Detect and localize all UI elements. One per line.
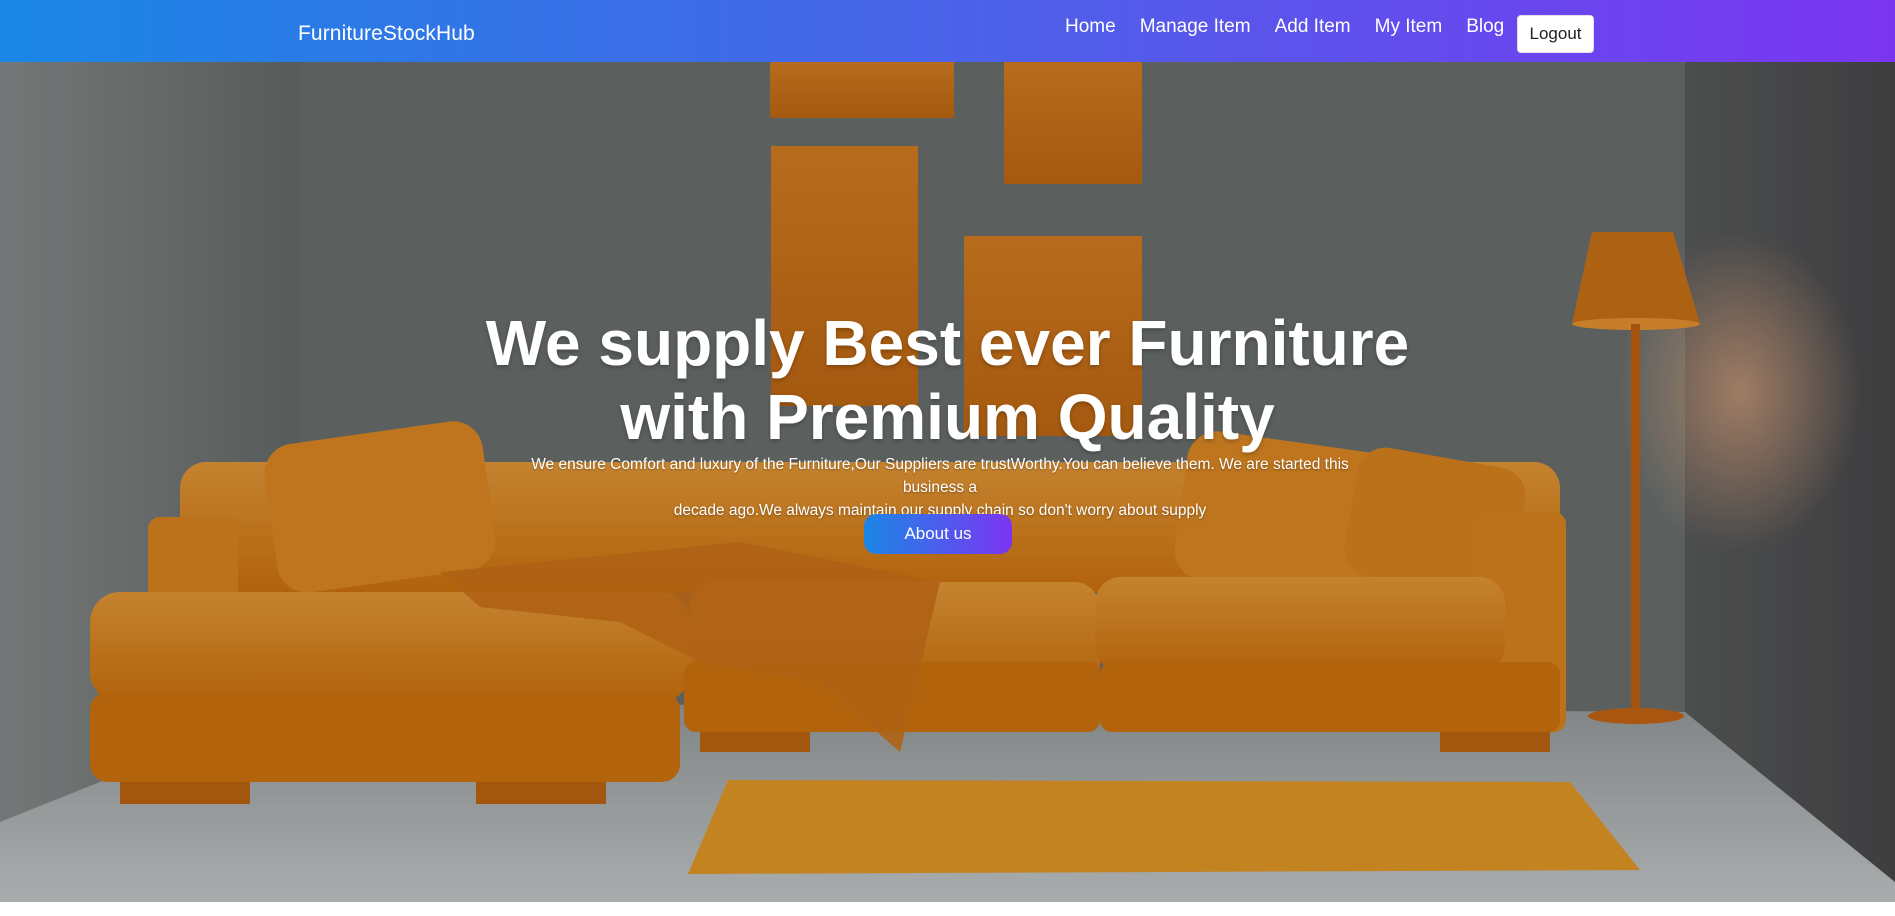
nav-link-my-item[interactable]: My Item <box>1375 16 1443 38</box>
brand-logo[interactable]: FurnitureStockHub <box>298 22 475 46</box>
nav-links: Home Manage Item Add Item My Item Blog <box>1065 16 1528 38</box>
nav-link-manage-item[interactable]: Manage Item <box>1140 16 1251 38</box>
hero-title-line-2: with Premium Quality <box>620 381 1275 453</box>
hero-title-line-1: We supply Best ever Furniture <box>485 307 1410 379</box>
nav-link-add-item[interactable]: Add Item <box>1275 16 1351 38</box>
nav-link-blog[interactable]: Blog <box>1466 16 1504 38</box>
top-navbar: FurnitureStockHub Home Manage Item Add I… <box>0 0 1895 62</box>
about-us-button[interactable]: About us <box>864 514 1012 554</box>
nav-link-home[interactable]: Home <box>1065 16 1116 38</box>
hero-banner: We supply Best ever Furniture with Premi… <box>0 62 1895 902</box>
hero-description-line-1: We ensure Comfort and luxury of the Furn… <box>531 456 1349 496</box>
hero-title: We supply Best ever Furniture with Premi… <box>0 306 1895 454</box>
hero-description: We ensure Comfort and luxury of the Furn… <box>510 453 1370 522</box>
logout-button[interactable]: Logout <box>1517 15 1594 53</box>
